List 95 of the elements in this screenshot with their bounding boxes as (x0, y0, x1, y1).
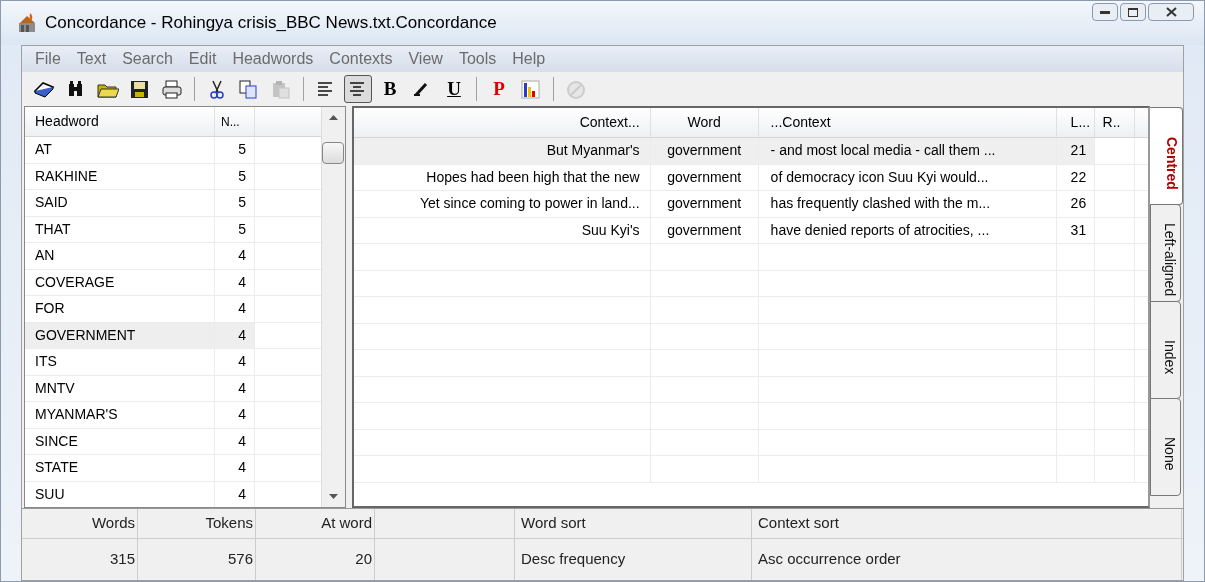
menu-item[interactable]: Help (505, 47, 553, 71)
table-cell: 5 (215, 190, 255, 216)
table-cell: - and most local media - call them ... (758, 138, 1057, 164)
table-cell: of democracy icon Suu Kyi would... (758, 164, 1057, 190)
table-cell: 4 (215, 455, 255, 481)
column-header[interactable]: R.. (1094, 108, 1135, 137)
table-cell: government (650, 191, 759, 217)
table-cell[interactable]: MNTV (25, 375, 215, 401)
status-label: Tokens (138, 509, 256, 538)
menu-item[interactable]: Text (69, 47, 114, 71)
table-cell: have denied reports of atrocities, ... (758, 217, 1057, 243)
table-cell[interactable]: Hopes had been high that the new (353, 164, 651, 190)
status-value: Asc occurrence order (752, 539, 1182, 580)
table-cell[interactable]: THAT (25, 216, 215, 242)
table-cell: 4 (215, 349, 255, 375)
table-cell: 4 (215, 375, 255, 401)
table-cell[interactable]: COVERAGE (25, 269, 215, 295)
table-cell[interactable]: FOR (25, 296, 215, 322)
scrollbar[interactable] (320, 107, 345, 507)
table-cell: 22 (1056, 164, 1095, 190)
menu-item[interactable]: Search (115, 47, 180, 71)
table-cell[interactable]: GOVERNMENT (25, 322, 215, 348)
view-tab[interactable]: Index (1150, 301, 1181, 399)
align-center-button[interactable] (344, 75, 372, 103)
status-label: Words (22, 509, 138, 538)
column-header[interactable]: ...Context (758, 108, 1057, 137)
status-value: 576 (138, 539, 256, 580)
table-cell[interactable]: But Myanmar's (353, 138, 651, 164)
copy-icon (238, 78, 260, 100)
column-header[interactable]: Headword (25, 107, 215, 136)
table-cell[interactable]: ITS (25, 349, 215, 375)
column-header[interactable]: N... (215, 107, 255, 136)
table-cell: government (650, 164, 759, 190)
table-cell: 26 (1056, 191, 1095, 217)
bar-chart-icon (520, 78, 542, 100)
table-cell[interactable]: Yet since coming to power in land... (353, 191, 651, 217)
table-cell: 31 (1056, 217, 1095, 243)
view-tab[interactable]: Centred (1150, 107, 1183, 205)
status-value: Desc frequency (515, 539, 752, 580)
maximize-icon (1128, 7, 1138, 17)
table-cell[interactable]: SINCE (25, 428, 215, 454)
status-label: Word sort (515, 509, 752, 538)
table-cell[interactable]: SAID (25, 190, 215, 216)
toolbar-button[interactable]: P (485, 75, 513, 103)
table-cell[interactable]: Suu Kyi's (353, 217, 651, 243)
table-cell[interactable]: SUU (25, 481, 215, 507)
column-header[interactable]: Context... (353, 108, 651, 137)
table-cell: 5 (215, 137, 255, 163)
paste-icon (270, 78, 292, 100)
table-cell[interactable]: RAKHINE (25, 163, 215, 189)
column-header[interactable]: Word (650, 108, 759, 137)
printer-icon (161, 78, 183, 100)
menu-item[interactable]: View (401, 47, 450, 71)
column-header[interactable]: L... (1056, 108, 1095, 137)
minimize-button[interactable] (1092, 3, 1118, 21)
status-value: 20 (256, 539, 375, 580)
menu-item[interactable]: Edit (181, 47, 224, 71)
table-cell: 4 (215, 481, 255, 507)
table-cell[interactable]: STATE (25, 455, 215, 481)
toolbar-button[interactable]: B (376, 75, 404, 103)
table-cell: 4 (215, 322, 255, 348)
table-cell: government (650, 138, 759, 164)
table-cell: 5 (215, 216, 255, 242)
no-entry-icon (565, 78, 587, 100)
window-title: Concordance - Rohingya crisis_BBC News.txt.Concordance (45, 12, 497, 35)
menu-item[interactable]: File (28, 47, 68, 71)
status-label: Context sort (752, 509, 1182, 538)
table-cell: government (650, 217, 759, 243)
table-cell[interactable]: MYANMAR'S (25, 402, 215, 428)
table-cell: has frequently clashed with the m... (758, 191, 1057, 217)
table-cell: 21 (1056, 138, 1095, 164)
menu-item[interactable]: Headwords (225, 47, 321, 71)
status-label: At word (256, 509, 375, 538)
maximize-button[interactable] (1120, 3, 1146, 21)
table-cell[interactable]: AN (25, 243, 215, 269)
close-button[interactable] (1148, 3, 1194, 21)
menu-item[interactable]: Tools (451, 47, 504, 71)
table-cell: 4 (215, 296, 255, 322)
save-icon (129, 78, 151, 100)
table-cell: 4 (215, 402, 255, 428)
view-tab[interactable]: None (1150, 398, 1181, 496)
table-cell: 5 (215, 163, 255, 189)
toolbar-button[interactable]: U (440, 75, 468, 103)
menu-item[interactable]: Contexts (322, 47, 400, 71)
close-icon (1165, 7, 1177, 17)
table-cell: 4 (215, 428, 255, 454)
view-tab[interactable]: Left-aligned (1150, 204, 1181, 302)
minimize-icon (1100, 10, 1110, 14)
table-cell: 4 (215, 269, 255, 295)
table-cell: 4 (215, 243, 255, 269)
scroll-up-icon[interactable] (328, 115, 338, 120)
scroll-thumb[interactable] (322, 142, 345, 164)
scroll-down-icon[interactable] (328, 494, 338, 499)
status-value: 315 (22, 539, 138, 580)
table-cell[interactable]: AT (25, 137, 215, 163)
